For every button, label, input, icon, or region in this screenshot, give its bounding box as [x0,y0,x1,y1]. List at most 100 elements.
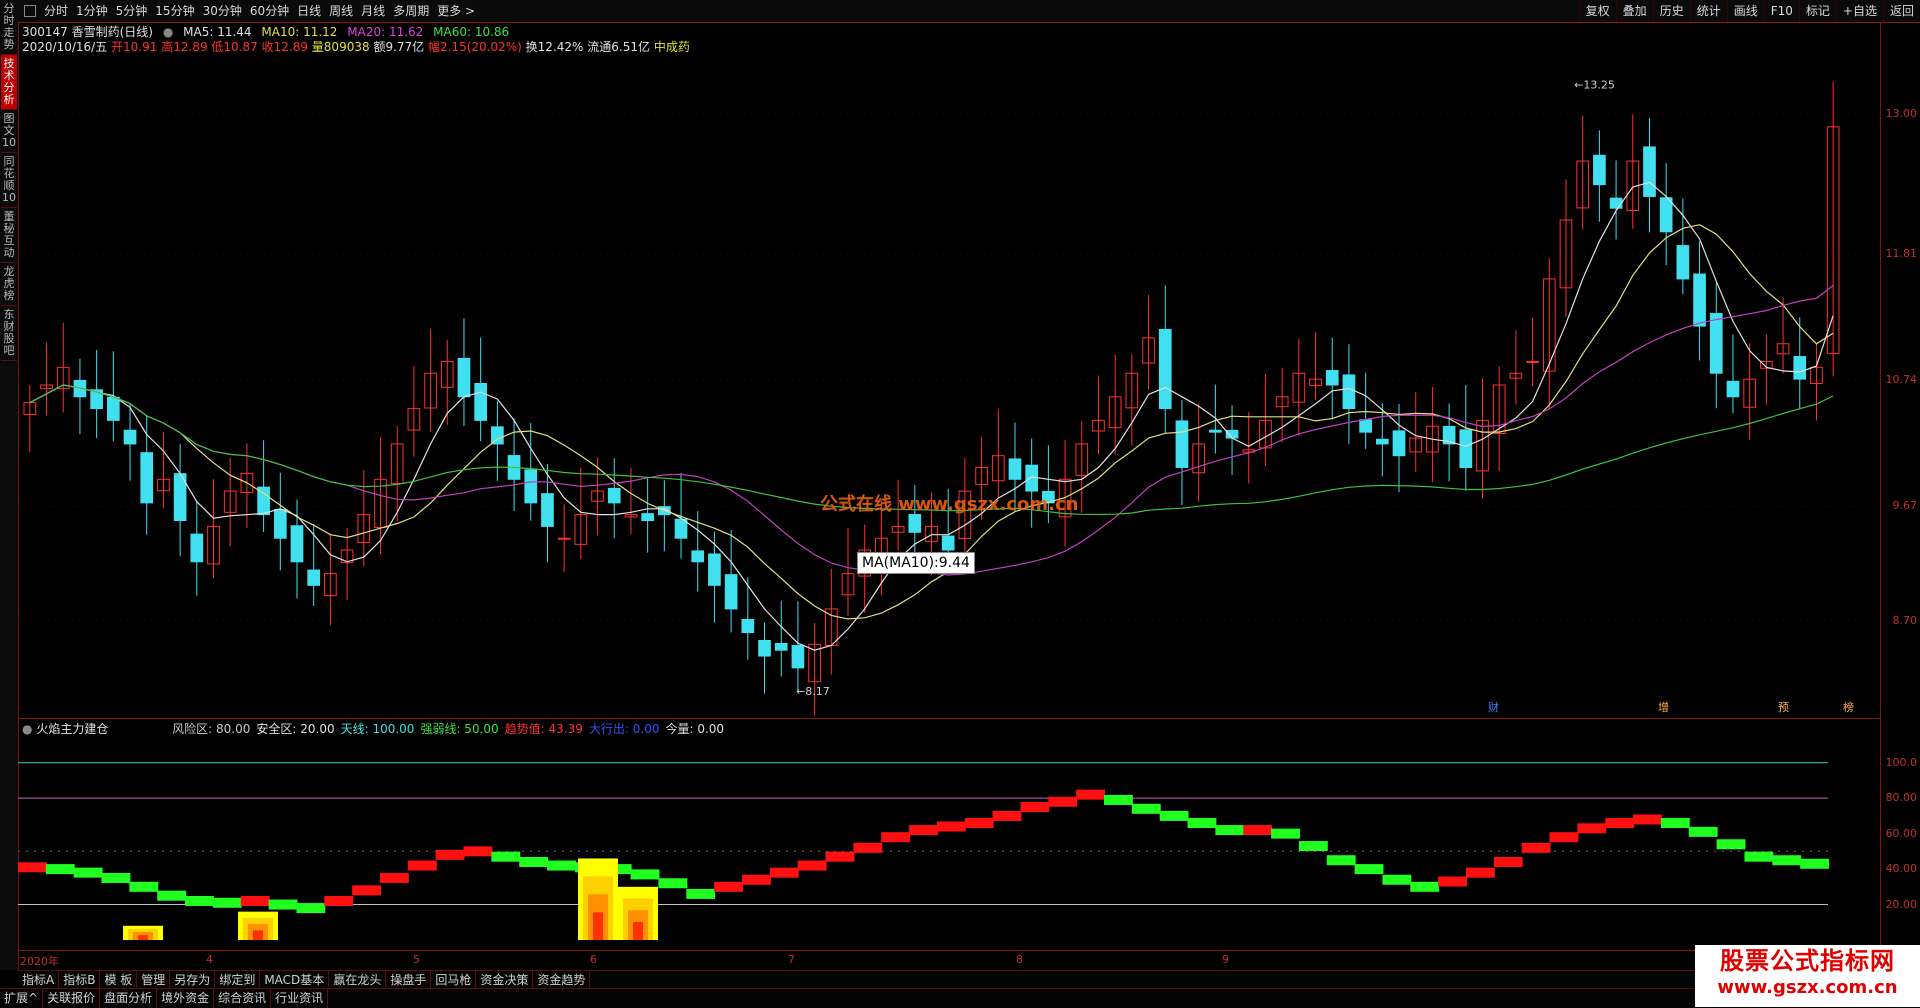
trend-block [1466,867,1495,878]
trend-block [1549,832,1579,843]
bottom-tab-3[interactable]: 境外资金 [157,989,215,1008]
indicator-tool-8[interactable]: 操盘手 [386,971,432,989]
candle-body [140,452,154,504]
trend-block [129,881,159,892]
month-label-3: 6 [590,953,597,966]
site-logo: 股票公式指标网 www.gszx.com.cn [1695,945,1920,1007]
toolbar-button-4[interactable]: 画线 [1726,0,1764,22]
ma60-label: MA60: 10.86 [433,25,510,39]
trend-block [463,846,493,857]
left-tab-5[interactable]: 龙虎榜 [1,263,17,306]
left-tab-2[interactable]: 图文10 [1,110,17,153]
period-tab-8[interactable]: 月线 [357,0,389,22]
candle-body [1359,419,1372,433]
toolbar-button-3[interactable]: 统计 [1689,0,1727,22]
event-marker-0[interactable]: 财 [1488,700,1499,714]
indicator-tool-0[interactable]: 指标A [18,971,60,989]
stock-code-name: 300147 香雪制药(日线) [22,25,153,39]
event-marker-1[interactable]: 增 [1658,700,1669,714]
bottom-tab-2[interactable]: 盘面分析 [100,989,158,1008]
period-tab-4[interactable]: 30分钟 [199,0,246,22]
period-tab-3[interactable]: 15分钟 [151,0,198,22]
trend-block [240,896,270,906]
candle-body [908,513,922,533]
indicator-menu-icon[interactable]: ● [22,722,32,736]
left-tab-4[interactable]: 董秘互动 [1,208,17,263]
trend-block [101,872,131,883]
candle-body [273,509,287,539]
month-axis: 2020年 4 5 6 7 8 9 [18,953,1880,969]
period-tab-7[interactable]: 周线 [325,0,357,22]
toolbar-button-8[interactable]: 返回 [1882,0,1920,22]
period-menu: 分时 1分钟 5分钟 15分钟 30分钟 60分钟 日线 周线 月线 多周期 更多 > [40,0,479,22]
indicator-tool-3[interactable]: 管理 [137,971,171,989]
period-tab-1[interactable]: 1分钟 [72,0,112,22]
month-label-4: 7 [788,953,795,966]
indicator-tool-1[interactable]: 指标B [59,971,101,989]
watermark-text: 公式在线 www.gszx.com.cn [820,494,1079,515]
left-tab-3[interactable]: 同花顺10 [1,153,17,208]
candle-body [1709,313,1723,374]
toolbar-button-7[interactable]: +自选 [1835,0,1883,22]
event-marker-2[interactable]: 预 [1778,701,1789,714]
indicator-chart[interactable] [18,735,1880,950]
indicator-tool-11[interactable]: 资金趋势 [533,971,591,989]
toolbar-button-1[interactable]: 叠加 [1615,0,1653,22]
bottom-tab-0[interactable]: 扩展^ [0,989,44,1008]
month-label-6: 9 [1222,953,1229,966]
month-label-5: 8 [1016,953,1023,966]
date-label: 2020/10/16/五 [22,40,108,54]
toolbar-button-0[interactable]: 复权 [1578,0,1616,22]
window-icon[interactable] [24,5,36,17]
settings-circle-icon[interactable]: ● [163,25,173,39]
toolbar-button-6[interactable]: 标记 [1798,0,1836,22]
indicator-tool-4[interactable]: 另存为 [170,971,216,989]
left-tab-0[interactable]: 分时走势 [1,0,17,55]
toolbar-button-5[interactable]: F10 [1763,0,1799,22]
indicator-tool-2[interactable]: 模 板 [100,971,138,989]
candlestick-chart[interactable]: ←13.25 ←8.17 财 增 预 榜 [18,55,1880,715]
trend-block [1633,814,1662,825]
month-label-0: 2020年 [20,955,59,968]
candle-body [641,513,654,522]
event-marker-3[interactable]: 榜 [1843,700,1854,714]
trend-block [1772,855,1802,866]
candle-body [123,429,137,445]
candle-body [1158,328,1172,410]
candle-body [758,639,771,657]
period-tab-6[interactable]: 日线 [293,0,325,22]
candle-body [474,382,488,421]
flame-volume-bar [593,912,603,940]
trend-block [909,825,938,836]
bottom-tab-5[interactable]: 行业资讯 [271,989,329,1008]
indicator-tool-5[interactable]: 绑定到 [215,971,261,989]
price-tick-3: 9.67 [1892,499,1918,513]
candle-body [1726,380,1740,398]
ma10-tooltip: MA(MA10):9.44 [857,552,975,574]
trend-block [1438,876,1467,887]
candle-body [190,533,204,563]
period-tab-9[interactable]: 多周期 [389,0,433,22]
toolbar-button-2[interactable]: 历史 [1652,0,1690,22]
candle-body [491,426,504,445]
period-tab-5[interactable]: 60分钟 [246,0,293,22]
indicator-tool-9[interactable]: 回马枪 [431,971,477,989]
indicator-tool-6[interactable]: MACD基本 [260,971,330,989]
bottom-tab-4[interactable]: 综合资讯 [214,989,272,1008]
bottom-tab-1[interactable]: 关联报价 [43,989,101,1008]
period-tab-0[interactable]: 分时 [40,0,72,22]
period-tab-2[interactable]: 5分钟 [112,0,152,22]
price-axis: 13.00 11.81 10.74 9.67 8.70 100.0 80.00 60.00 40… [1880,22,1920,962]
trend-block [185,896,214,906]
trend-block [1104,794,1133,805]
ma5-label: MA5: 11.44 [183,25,252,39]
period-tab-10[interactable]: 更多 > [433,0,479,22]
candle-body [557,537,571,540]
left-tab-1[interactable]: 技术分析 [1,55,17,110]
indicator-tool-10[interactable]: 资金决策 [476,971,534,989]
candle-body [791,644,805,669]
left-tab-6[interactable]: 东财股吧 [1,306,17,361]
indicator-tool-7[interactable]: 赢在龙头 [329,971,387,989]
candle-body [457,357,471,398]
logo-title: 股票公式指标网 [1720,947,1895,975]
